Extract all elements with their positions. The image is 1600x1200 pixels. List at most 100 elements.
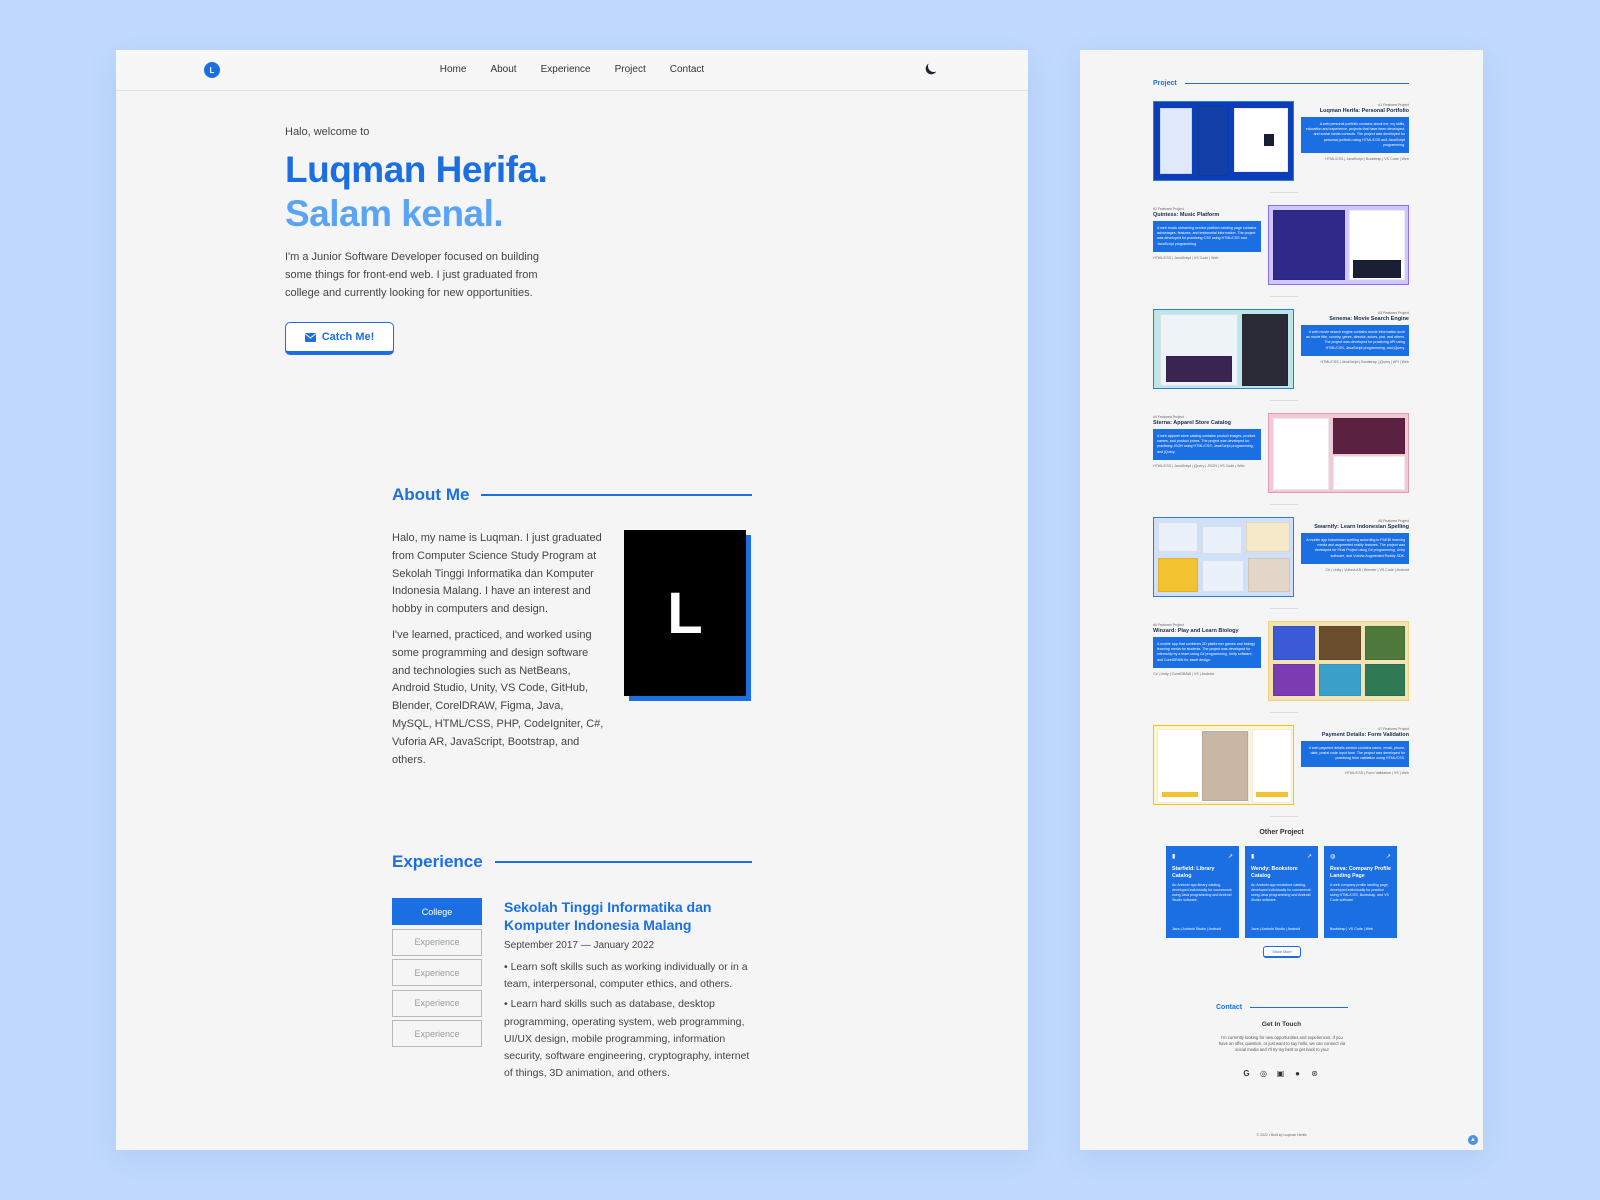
divider-line: [1184, 83, 1409, 84]
project-title[interactable]: Senema: Movie Search Engine: [1301, 316, 1409, 322]
project-thumbnail[interactable]: [1268, 413, 1409, 493]
folder-icon: ▮: [1172, 854, 1176, 860]
external-link-icon[interactable]: ↗: [1228, 853, 1233, 860]
project-card[interactable]: #7 Featured Project Payment Details: For…: [1153, 725, 1409, 805]
project-tags: C# | Unity | Vuforia AR | Blender | VS C…: [1325, 567, 1409, 572]
nav-contact[interactable]: Contact: [670, 64, 704, 75]
about-section-title: About Me: [392, 485, 752, 505]
project-label: #4 Featured Project: [1153, 415, 1184, 419]
about-paragraph-1: Halo, my name is Luqman. I just graduate…: [392, 532, 602, 616]
project-info: #3 Featured Project Senema: Movie Search…: [1301, 311, 1409, 364]
project-label: #7 Featured Project: [1378, 727, 1409, 731]
divider-line: [1250, 1007, 1348, 1008]
about-title-text: About Me: [392, 485, 470, 504]
other-project-name: Wendy: Bookstore Catalog: [1251, 866, 1298, 879]
experience-tabs: College Experience Experience Experience…: [392, 898, 482, 1051]
project-description: A mobile app Indonesian spelling accordi…: [1301, 533, 1409, 564]
nav-about[interactable]: About: [490, 64, 516, 75]
project-thumbnail[interactable]: [1268, 621, 1409, 701]
other-project-name: Starfield: Library Catalog: [1172, 866, 1215, 879]
project-description: A web movie search engine contains movie…: [1301, 325, 1409, 356]
project-title-text: Project: [1153, 80, 1177, 87]
project-thumbnail[interactable]: [1153, 725, 1294, 805]
project-card[interactable]: #6 Featured Project Winzard: Play and Le…: [1153, 621, 1409, 701]
nav-experience[interactable]: Experience: [541, 64, 591, 75]
tab-experience-1[interactable]: Experience: [392, 928, 482, 956]
other-project-card[interactable]: ▮ ↗ Wendy: Bookstore Catalog An Android a…: [1245, 846, 1318, 938]
other-project-card[interactable]: ◍ ↗ Reeva: Company Profile Landing Page A…: [1324, 846, 1397, 938]
project-card[interactable]: #5 Featured Project Swarnify: Learn Indo…: [1153, 517, 1409, 597]
project-description: A web apparel store catalog contains pro…: [1153, 429, 1261, 460]
project-title[interactable]: Sterna: Apparel Store Catalog: [1153, 420, 1261, 426]
external-link-icon[interactable]: ↗: [1307, 853, 1312, 860]
google-icon[interactable]: G: [1242, 1069, 1251, 1078]
tab-college[interactable]: College: [392, 898, 482, 925]
divider: [1270, 712, 1298, 713]
project-label: #1 Featured Project: [1378, 103, 1409, 107]
project-info: #6 Featured Project Winzard: Play and Le…: [1153, 623, 1261, 676]
project-tags: C# | Unity | CorelDRAW | VS | Android: [1153, 671, 1214, 676]
external-link-icon[interactable]: ↗: [1386, 853, 1391, 860]
project-label: #3 Featured Project: [1378, 311, 1409, 315]
envelope-icon: [304, 332, 316, 342]
contact-section-title: Contact: [1216, 1004, 1348, 1011]
tab-experience-3[interactable]: Experience: [392, 989, 482, 1017]
experience-place: Sekolah Tinggi Informatika dan Komputer …: [504, 899, 712, 933]
catch-me-button[interactable]: Catch Me!: [285, 322, 394, 355]
project-card[interactable]: #4 Featured Project Sterna: Apparel Stor…: [1153, 413, 1409, 493]
project-title[interactable]: Payment Details: Form Validation: [1301, 732, 1409, 738]
social-links: G ◎ ▣ ● ⊛: [1242, 1069, 1319, 1078]
nav-home[interactable]: Home: [440, 64, 467, 75]
hero-section: Halo, welcome to Luqman Herifa. Salam ke…: [285, 126, 585, 355]
project-info: #4 Featured Project Sterna: Apparel Stor…: [1153, 415, 1261, 468]
project-card[interactable]: #3 Featured Project Senema: Movie Search…: [1153, 309, 1409, 389]
instagram-icon[interactable]: ◎: [1259, 1069, 1268, 1078]
github-icon[interactable]: ●: [1293, 1069, 1302, 1078]
contact-title-text: Contact: [1216, 1004, 1243, 1011]
project-thumbnail[interactable]: [1153, 517, 1294, 597]
project-tags: HTML/CSS | JavaScript | VS Code | Web: [1153, 255, 1219, 260]
hero-name: Luqman Herifa.: [285, 149, 548, 190]
other-project-tags: Java | Android Studio | Android: [1251, 927, 1301, 931]
project-info: #5 Featured Project Swarnify: Learn Indo…: [1301, 519, 1409, 572]
other-project-card[interactable]: ▮ ↗ Starfield: Library Catalog An Android…: [1166, 846, 1239, 938]
nav-project[interactable]: Project: [615, 64, 646, 75]
catch-me-label: Catch Me!: [321, 331, 375, 343]
hero-description: I'm a Junior Software Developer focused …: [285, 251, 540, 299]
project-title[interactable]: Swarnify: Learn Indonesian Spelling: [1301, 524, 1409, 530]
tab-experience-4[interactable]: Experience: [392, 1020, 482, 1047]
tab-experience-2[interactable]: Experience: [392, 959, 482, 986]
experience-bullet: • Learn hard skills such as database, de…: [504, 998, 750, 1080]
project-title[interactable]: Winzard: Play and Learn Biology: [1153, 628, 1261, 634]
divider-line: [494, 861, 752, 863]
footer-copyright: © 2022 • Built by Luqman Herifa: [1256, 1133, 1307, 1137]
project-thumbnail[interactable]: [1153, 101, 1294, 181]
dribbble-icon[interactable]: ⊛: [1310, 1069, 1319, 1078]
scroll-to-top-button[interactable]: ▲: [1468, 1135, 1478, 1145]
project-description: A web music streaming service platform l…: [1153, 221, 1261, 252]
other-project-tags: Java | Android Studio | Android: [1172, 927, 1222, 931]
project-card[interactable]: #1 Featured Project Luqman Herifa: Perso…: [1153, 101, 1409, 181]
other-project-desc: An Android app library catalog, develope…: [1172, 883, 1232, 902]
project-tags: HTML/CSS | JavaScript | Bootstrap | VS C…: [1325, 157, 1409, 162]
other-project-desc: An Android app bookstore catalog, develo…: [1251, 883, 1311, 902]
project-info: #2 Featured Project Quintess: Music Plat…: [1153, 207, 1261, 260]
project-thumbnail[interactable]: [1153, 309, 1294, 389]
project-title[interactable]: Quintess: Music Platform: [1153, 212, 1261, 218]
other-project-title: Other Project: [1259, 829, 1304, 836]
show-more-button[interactable]: Show More: [1263, 946, 1301, 958]
dark-mode-moon-icon[interactable]: [923, 61, 939, 77]
divider: [1270, 816, 1298, 817]
linkedin-icon[interactable]: ▣: [1276, 1069, 1285, 1078]
project-tags: HTML/CSS | JavaScript | jQuery | JSON | …: [1153, 463, 1245, 468]
divider: [1270, 504, 1298, 505]
project-card[interactable]: #2 Featured Project Quintess: Music Plat…: [1153, 205, 1409, 285]
divider-line: [481, 494, 752, 496]
experience-title-text: Experience: [392, 852, 483, 871]
avatar-frame: L: [624, 530, 754, 702]
project-thumbnail[interactable]: [1268, 205, 1409, 285]
project-title[interactable]: Luqman Herifa: Personal Portfolio: [1301, 108, 1409, 114]
project-description: A mobile app that combines 2D platformer…: [1153, 637, 1261, 668]
project-section-title: Project: [1153, 80, 1409, 87]
project-tags: HTML/CSS | Form Validation | VS | Web: [1345, 770, 1409, 775]
